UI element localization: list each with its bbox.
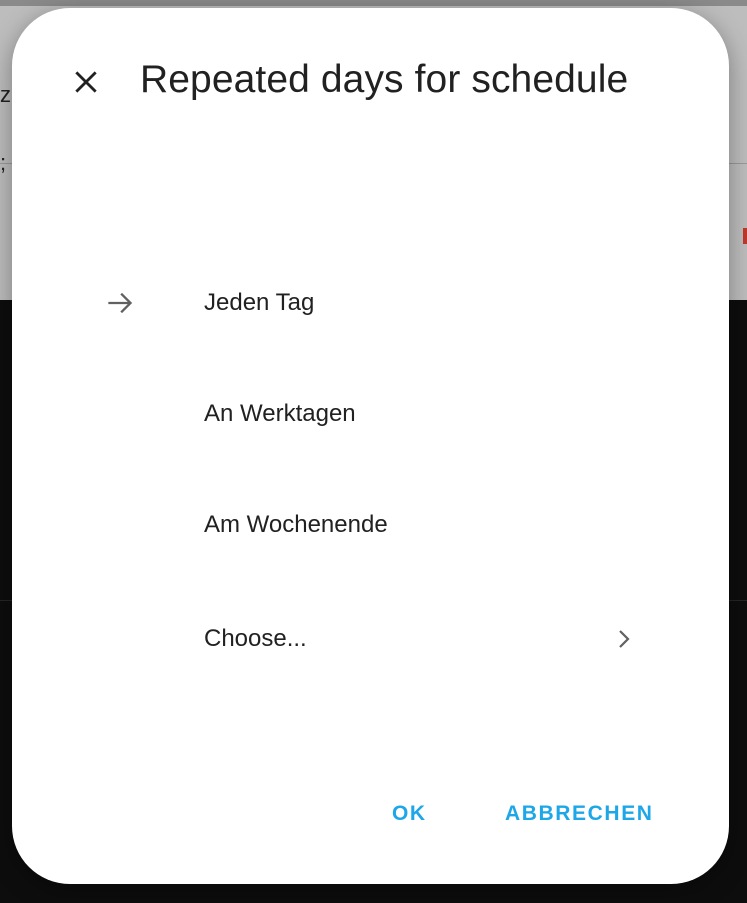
option-weekend[interactable]: Am Wochenende	[12, 470, 729, 580]
close-button[interactable]	[64, 60, 108, 104]
chevron-right-icon	[619, 630, 630, 648]
option-weekdays[interactable]: An Werktagen	[12, 359, 729, 469]
background-accent-mark	[743, 228, 747, 244]
close-icon	[75, 71, 97, 93]
option-label: Jeden Tag	[204, 289, 315, 316]
repeat-days-dialog: Repeated days for schedule Jeden Tag An …	[12, 8, 729, 884]
dialog-title: Repeated days for schedule	[140, 58, 629, 101]
option-choose[interactable]: Choose...	[12, 584, 729, 694]
background-text-fragment: ;	[0, 150, 7, 175]
option-every-day[interactable]: Jeden Tag	[12, 248, 729, 358]
option-label: Am Wochenende	[204, 511, 388, 538]
cancel-button[interactable]: ABBRECHEN	[505, 802, 654, 826]
arrow-right-icon	[108, 292, 133, 314]
option-label: An Werktagen	[204, 400, 356, 427]
ok-button[interactable]: OK	[392, 802, 427, 826]
option-label: Choose...	[204, 625, 307, 652]
background-text-fragment: z	[0, 82, 11, 107]
background-top-bar	[0, 0, 747, 6]
